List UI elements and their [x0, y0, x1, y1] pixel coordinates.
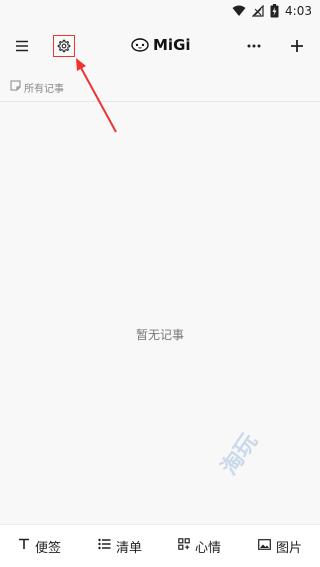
battery-charging-icon	[270, 4, 279, 18]
logo-face-icon	[130, 34, 150, 56]
watermark: 淘玩	[216, 429, 263, 480]
mood-icon	[178, 538, 190, 554]
wifi-icon	[232, 5, 246, 17]
logo-text: MiGi	[153, 36, 191, 54]
filter-label: 所有记事	[24, 83, 64, 95]
tab-note[interactable]: 便签	[18, 537, 62, 556]
note-icon	[10, 80, 21, 94]
filter-all-notes[interactable]: 所有记事	[10, 80, 64, 95]
more-icon[interactable]	[241, 33, 267, 59]
signal-off-icon	[252, 5, 264, 17]
text-icon	[18, 538, 30, 554]
clock: 4:03	[285, 4, 312, 18]
tab-image[interactable]: 图片	[258, 537, 303, 556]
plus-icon[interactable]	[284, 33, 310, 59]
divider	[0, 101, 320, 102]
empty-state-message: 暂无记事	[135, 328, 184, 342]
tab-label: 便签	[35, 540, 62, 556]
status-bar: 4:03	[0, 0, 320, 22]
menu-icon[interactable]	[9, 33, 35, 59]
tab-label: 图片	[276, 540, 303, 556]
bottom-bar: 便签 清单 心情 图片	[0, 524, 320, 567]
tab-mood[interactable]: 心情	[178, 537, 222, 556]
tab-checklist[interactable]: 清单	[98, 537, 143, 556]
status-icons: 4:03	[232, 2, 312, 20]
tab-label: 心情	[195, 540, 222, 556]
image-icon	[258, 538, 271, 554]
highlight-box	[53, 35, 75, 57]
app-logo: MiGi	[130, 34, 191, 56]
tab-label: 清单	[116, 540, 143, 556]
list-icon	[98, 538, 111, 554]
